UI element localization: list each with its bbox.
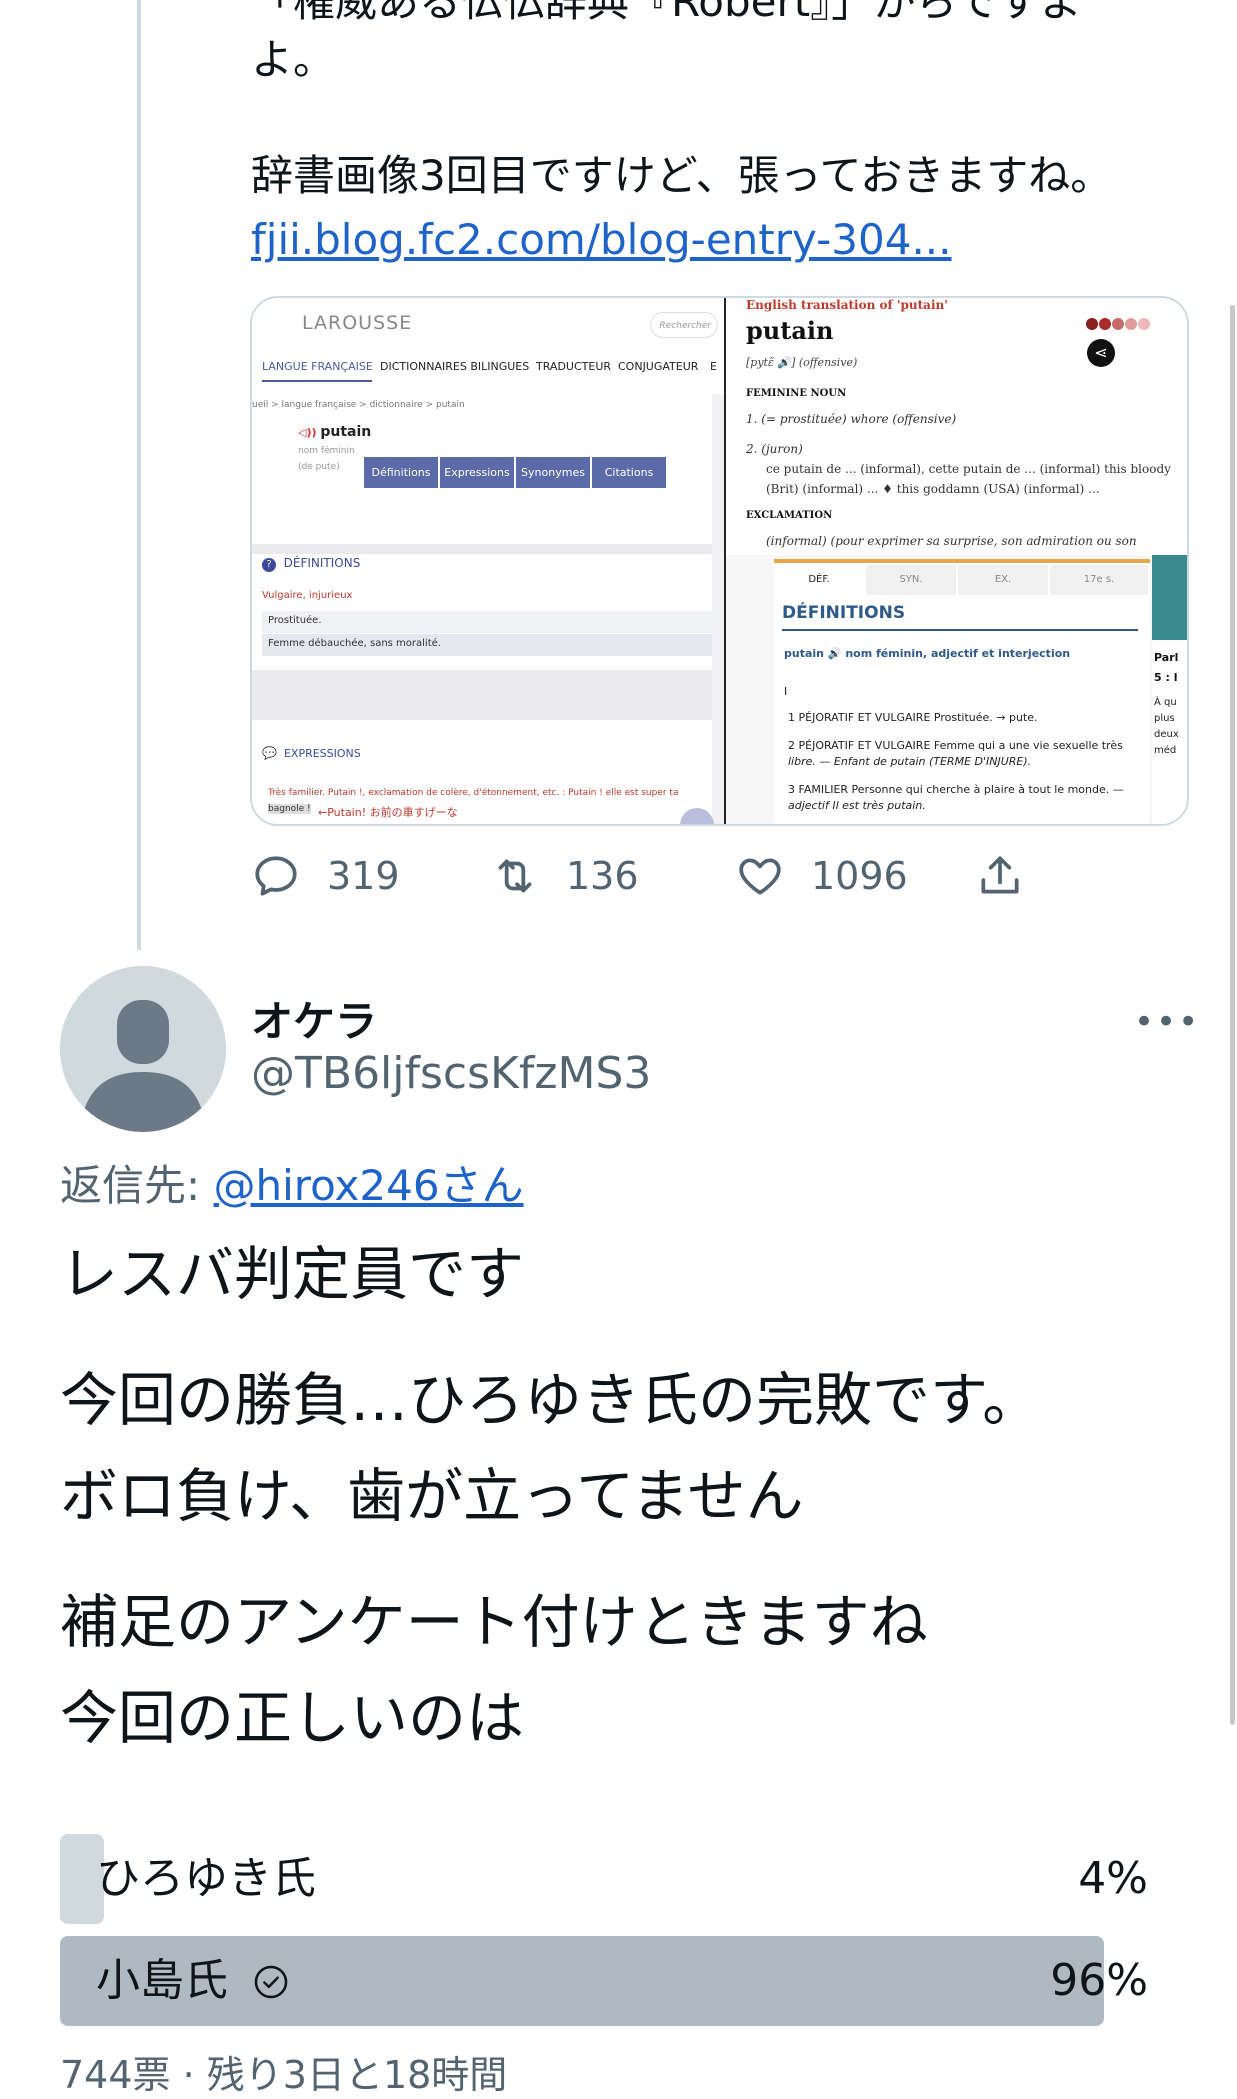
reply-count: 319 [327, 854, 400, 898]
robert-def-2a: 2 PÉJORATIF ET VULGAIRE Femme qui a une … [788, 739, 1123, 752]
larousse-breadcrumb: ueil > langue française > dictionnaire >… [252, 400, 465, 410]
display-name[interactable]: オケラ [251, 988, 377, 1049]
collins-line-2: 2. (juron) [746, 442, 803, 456]
larousse-expr-line2: bagnole ! [268, 804, 311, 814]
poll-meta: 744票 · 残り3日と18時間 [60, 2053, 508, 2097]
poll-option-label: 小島氏 [96, 1936, 290, 2026]
larousse-tab-definitions: Définitions [364, 457, 438, 488]
handwritten-annotation: ←Putain! お前の車すげーな [318, 806, 458, 819]
larousse-tab-expressions: Expressions [440, 457, 514, 488]
collins-screenshot[interactable]: English translation of 'putain' putain [… [726, 298, 1187, 553]
robert-def-1: 1 PÉJORATIF ET VULGAIRE Prostituée. → pu… [788, 711, 1038, 724]
larousse-expr-heading: 💬 EXPRESSIONS [262, 746, 361, 760]
larousse-nav-0: LANGUE FRANÇAISE [262, 360, 373, 373]
larousse-screenshot[interactable]: LAROUSSE Rechercher LANGUE FRANÇAISE DIC… [252, 298, 724, 824]
poll-option-label: ひろゆき氏 [96, 1853, 316, 1904]
reply-icon [255, 856, 297, 896]
robert-side-3: plus [1154, 713, 1175, 724]
heart-icon [739, 858, 781, 895]
robert-def-3a: 3 FAMILIER Personne qui cherche à plaire… [788, 783, 1124, 796]
tweet-body-line: 今回の正しいのは [60, 1684, 525, 1752]
tweet-text-line: 「権威ある仏仏辞典『Robert』」からですよ [251, 0, 1082, 26]
larousse-expr-line1: Très familier. Putain !, exclamation de … [268, 788, 679, 798]
reply-button[interactable]: 319 [251, 846, 400, 906]
larousse-origin: (de pute) [298, 462, 340, 472]
robert-word-line: putain 🔊 nom féminin, adjectif et interj… [784, 647, 1071, 660]
collins-line-5: (informal) (pour exprimer sa surprise, s… [766, 534, 1137, 548]
robert-side-1: 5 : l [1154, 671, 1178, 684]
collins-section-2: EXCLAMATION [746, 510, 833, 521]
share-upload-icon [981, 856, 1019, 894]
larousse-tab-citations: Citations [592, 457, 666, 488]
reply-to-line: 返信先: @hirox246さん [60, 1152, 524, 1213]
share-button[interactable] [975, 846, 1051, 906]
poll-option-1[interactable]: 小島氏 96% [60, 1936, 1148, 2026]
collins-pron: [pytɛ̃ 🔊] (offensive) [746, 356, 858, 369]
like-count: 1096 [811, 854, 908, 898]
collins-line-1: 1. (= prostituée) whore (offensive) [746, 412, 957, 426]
collins-line-3: ce putain de ... (informal), cette putai… [766, 462, 1171, 476]
tweet-text-line: 辞書画像3回目ですけど、張っておきますね。 [251, 151, 1113, 200]
larousse-nav-3: CONJUGATEUR [618, 360, 699, 373]
poll-option-percent: 4% [1078, 1853, 1148, 1904]
larousse-def-2: Femme débauchée, sans moralité. [268, 638, 441, 649]
robert-side-5: méd [1154, 745, 1177, 756]
poll-option-percent: 96% [1050, 1955, 1148, 2006]
check-circle-icon [254, 1965, 288, 1999]
retweet-icon [498, 859, 532, 893]
larousse-def-1: Prostituée. [268, 615, 322, 626]
tweet-body-line: ボロ負け、歯が立ってません [60, 1462, 804, 1530]
reply-user-link[interactable]: @hirox246さん [214, 1161, 524, 1210]
larousse-word: ◁)) putain [298, 424, 372, 440]
media-grid[interactable]: LAROUSSE Rechercher LANGUE FRANÇAISE DIC… [250, 296, 1189, 826]
larousse-pos: nom féminin [298, 446, 355, 456]
tweet-text-line: よ。 [251, 35, 336, 84]
robert-heading: DÉFINITIONS [782, 603, 906, 623]
default-avatar-icon [60, 966, 226, 1132]
larousse-search: Rechercher [650, 312, 718, 338]
larousse-nav-1: DICTIONNAIRES BILINGUES [380, 360, 530, 373]
collins-header: English translation of 'putain' [746, 298, 948, 312]
robert-def-3b: adjectif Il est très putain. [788, 799, 926, 812]
robert-tab-def: DÉF. [808, 574, 830, 585]
larousse-register: Vulgaire, injurieux [262, 590, 353, 601]
robert-side-2: À qu [1154, 697, 1177, 708]
like-button[interactable]: 1096 [735, 846, 908, 906]
robert-roman: I [784, 685, 788, 698]
retweet-count: 136 [566, 854, 639, 898]
collins-section-1: FEMININE NOUN [746, 388, 847, 399]
tweet-body-line: 補足のアンケート付けときますね [60, 1588, 928, 1656]
larousse-nav-2: TRADUCTEUR [536, 360, 612, 373]
blog-link-text[interactable]: fjii.blog.fc2.com/blog-entry-304... [251, 215, 952, 264]
larousse-nav-4: E [710, 360, 717, 373]
collins-line-4: (Brit) (informal) ... ♦ this goddamn (US… [766, 482, 1100, 496]
robert-tab-ex: EX. [958, 565, 1048, 595]
robert-tab-17e: 17e s. [1050, 565, 1148, 595]
retweet-button[interactable]: 136 [490, 846, 639, 906]
larousse-defs-heading: ? DÉFINITIONS [262, 556, 360, 572]
share-icon: ⋖ [1087, 339, 1115, 367]
robert-screenshot[interactable]: DÉF. SYN. EX. 17e s. DÉFINITIONS putain … [726, 555, 1187, 824]
larousse-logo: LAROUSSE [302, 312, 413, 334]
tweet-body-line: レスバ判定員です [60, 1240, 525, 1308]
robert-def-2b: libre. — Enfant de putain (TERME D'INJUR… [788, 755, 1032, 768]
larousse-tab-synonymes: Synonymes [516, 457, 590, 488]
blog-link[interactable]: fjii.blog.fc2.com/blog-entry-304... [251, 210, 952, 270]
robert-side-0: Parl [1154, 651, 1179, 664]
poll-option-0[interactable]: ひろゆき氏 4% [60, 1834, 1148, 1924]
collins-word: putain [746, 316, 834, 345]
tweet-body-line: 今回の勝負…ひろゆき氏の完敗です。 [60, 1366, 1041, 1434]
robert-side-4: deux [1154, 729, 1179, 740]
scrollbar[interactable] [1230, 305, 1235, 1725]
user-handle[interactable]: @TB6ljfscsKfzMS3 [251, 1048, 651, 1099]
more-options-icon[interactable]: ••• [1134, 1002, 1200, 1042]
robert-tab-syn: SYN. [866, 565, 956, 595]
avatar[interactable] [60, 966, 226, 1132]
thread-line [137, 0, 141, 950]
reply-prefix: 返信先: [60, 1161, 214, 1210]
